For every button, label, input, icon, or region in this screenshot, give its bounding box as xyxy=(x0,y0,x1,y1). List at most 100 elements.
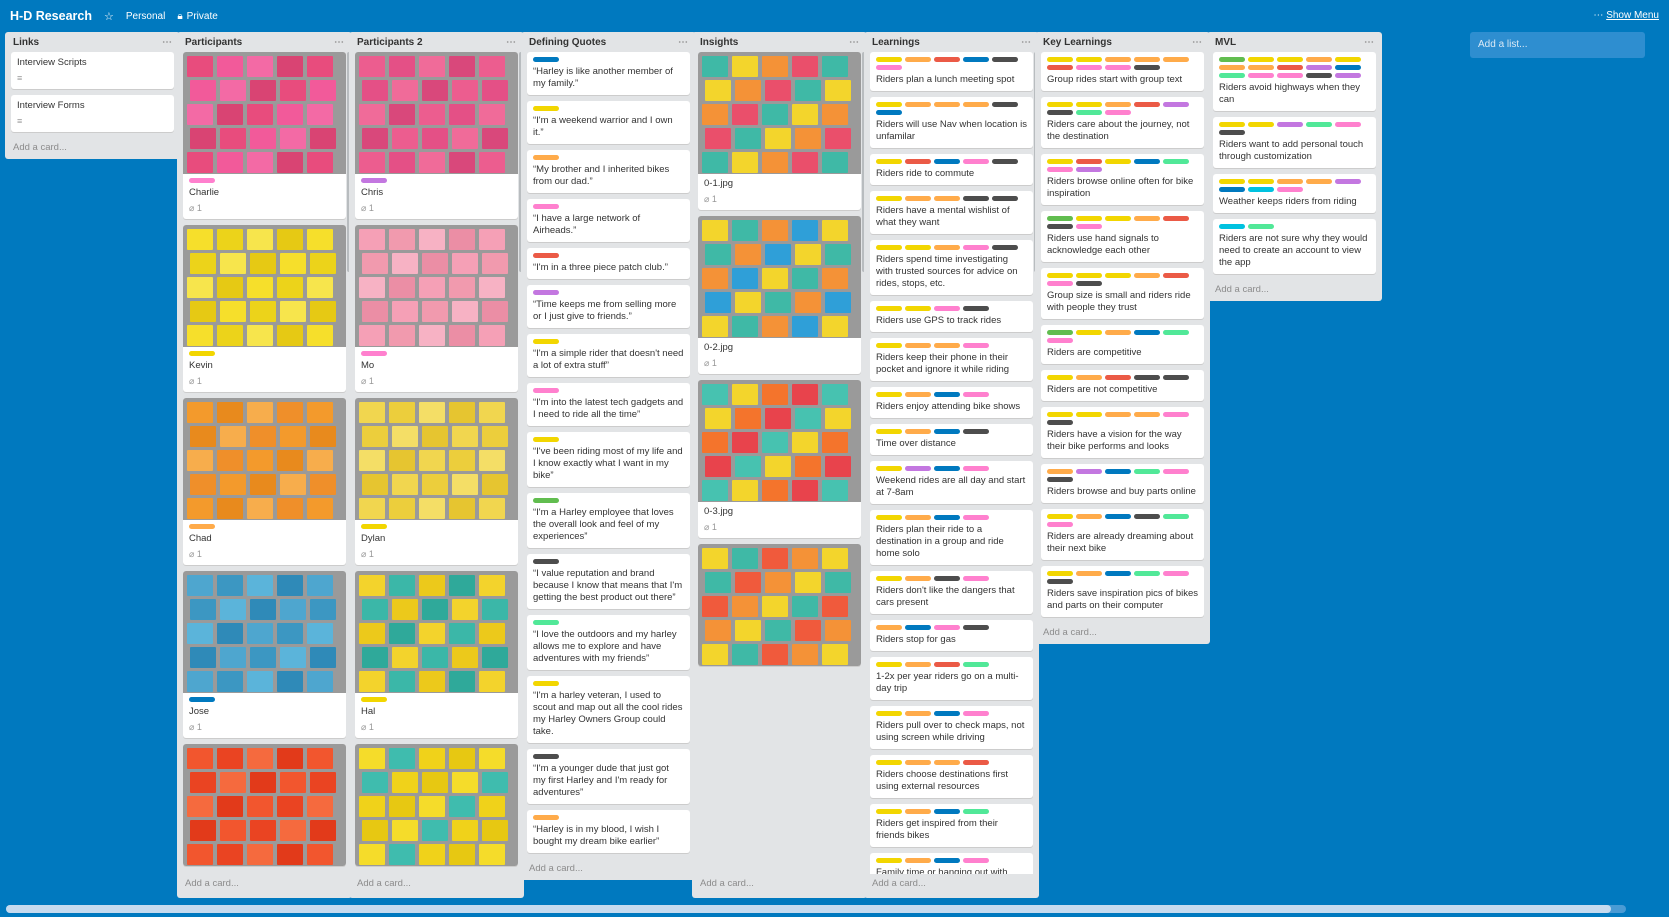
card[interactable]: Riders are not competitive xyxy=(1041,370,1204,401)
card[interactable]: Riders keep their phone in their pocket … xyxy=(870,338,1033,381)
add-card-button[interactable]: Add a card... xyxy=(355,874,518,895)
list-title[interactable]: MVL xyxy=(1215,37,1236,48)
list-title[interactable]: Participants xyxy=(185,37,242,48)
card[interactable]: Riders get inspired from their friends b… xyxy=(870,804,1033,847)
card[interactable]: Chad ⌀ 1 xyxy=(183,398,346,565)
sticky-note xyxy=(250,426,276,447)
card[interactable] xyxy=(698,544,861,666)
card[interactable]: “I've been riding most of my life and I … xyxy=(527,432,690,487)
card[interactable]: Riders use GPS to track rides xyxy=(870,301,1033,332)
card[interactable]: Riders use hand signals to acknowledge e… xyxy=(1041,211,1204,262)
card[interactable]: “Harley is like another member of my fam… xyxy=(527,52,690,95)
card[interactable]: Time over distance xyxy=(870,424,1033,455)
card[interactable]: Riders stop for gas xyxy=(870,620,1033,651)
list-title[interactable]: Key Learnings xyxy=(1043,37,1112,48)
card[interactable]: Weather keeps riders from riding xyxy=(1213,174,1376,213)
card[interactable]: Riders are competitive xyxy=(1041,325,1204,364)
add-list-button[interactable]: Add a list... xyxy=(1470,32,1645,58)
card[interactable]: “I love the outdoors and my harley allow… xyxy=(527,615,690,670)
card[interactable]: Group rides start with group text xyxy=(1041,52,1204,91)
card[interactable]: “I'm a simple rider that doesn't need a … xyxy=(527,334,690,377)
list-menu-icon[interactable]: ⋯ xyxy=(678,37,688,48)
card[interactable]: Hal ⌀ 1 xyxy=(355,571,518,738)
list-menu-icon[interactable]: ⋯ xyxy=(1021,37,1031,48)
board-title[interactable]: H-D Research xyxy=(10,9,92,23)
card[interactable]: Riders plan a lunch meeting spot xyxy=(870,52,1033,91)
card[interactable]: Riders spend time investigating with tru… xyxy=(870,240,1033,295)
card[interactable]: “I'm into the latest tech gadgets and I … xyxy=(527,383,690,426)
show-menu-button[interactable]: ⋯ Show Menu xyxy=(1593,10,1659,21)
card[interactable]: Riders are not sure why they would need … xyxy=(1213,219,1376,274)
card[interactable]: “I'm in a three piece patch club.” xyxy=(527,248,690,279)
card[interactable]: Family time or hanging out with friends … xyxy=(870,853,1033,874)
card[interactable]: “Harley is in my blood, I wish I bought … xyxy=(527,810,690,853)
card[interactable]: Group size is small and riders ride with… xyxy=(1041,268,1204,319)
card[interactable]: Riders browse and buy parts online xyxy=(1041,464,1204,503)
card[interactable]: Riders save inspiration pics of bikes an… xyxy=(1041,566,1204,617)
card[interactable]: “Time keeps me from selling more or I ju… xyxy=(527,285,690,328)
card[interactable]: Weekend rides are all day and start at 7… xyxy=(870,461,1033,504)
card[interactable]: Interview Scripts ≡ xyxy=(11,52,174,89)
sticky-note xyxy=(389,844,415,865)
card[interactable]: Kevin ⌀ 1 xyxy=(183,225,346,392)
list-title[interactable]: Insights xyxy=(700,37,738,48)
scrollbar-thumb[interactable] xyxy=(6,905,1611,913)
card[interactable]: “I value reputation and brand because I … xyxy=(527,554,690,609)
add-card-button[interactable]: Add a card... xyxy=(1213,280,1376,301)
card[interactable]: Riders want to add personal touch throug… xyxy=(1213,117,1376,168)
card[interactable]: Riders have a vision for the way their b… xyxy=(1041,407,1204,458)
list-menu-icon[interactable]: ⋯ xyxy=(1364,37,1374,48)
card[interactable]: Interview Forms ≡ xyxy=(11,95,174,132)
card[interactable]: 0-2.jpg ⌀ 1 xyxy=(698,216,861,374)
card[interactable]: Riders are already dreaming about their … xyxy=(1041,509,1204,560)
card[interactable] xyxy=(183,744,346,866)
add-card-button[interactable]: Add a card... xyxy=(11,138,174,159)
card[interactable]: Riders care about the journey, not the d… xyxy=(1041,97,1204,148)
card[interactable]: “I have a large network of Airheads.” xyxy=(527,199,690,242)
card[interactable]: Riders don't like the dangers that cars … xyxy=(870,571,1033,614)
card[interactable]: Chris ⌀ 1 xyxy=(355,52,518,219)
card[interactable] xyxy=(355,744,518,866)
card[interactable]: 0-1.jpg ⌀ 1 xyxy=(698,52,861,210)
list-menu-icon[interactable]: ⋯ xyxy=(849,37,859,48)
add-card-button[interactable]: Add a card... xyxy=(183,874,346,895)
card[interactable]: “I'm a younger dude that just got my fir… xyxy=(527,749,690,804)
sticky-note xyxy=(735,244,761,265)
card[interactable]: Riders avoid highways when they can xyxy=(1213,52,1376,111)
card[interactable]: Riders ride to commute xyxy=(870,154,1033,185)
list-menu-icon[interactable]: ⋯ xyxy=(162,37,172,48)
horizontal-scrollbar[interactable] xyxy=(6,905,1626,913)
card[interactable]: Riders have a mental wishlist of what th… xyxy=(870,191,1033,234)
list-title[interactable]: Learnings xyxy=(872,37,920,48)
add-card-button[interactable]: Add a card... xyxy=(870,874,1033,895)
add-card-button[interactable]: Add a card... xyxy=(527,859,690,880)
card[interactable]: “I'm a Harley employee that loves the ov… xyxy=(527,493,690,548)
card[interactable]: Charlie ⌀ 1 xyxy=(183,52,346,219)
card[interactable]: “My brother and I inherited bikes from o… xyxy=(527,150,690,193)
add-card-button[interactable]: Add a card... xyxy=(698,874,861,895)
card[interactable]: Riders plan their ride to a destination … xyxy=(870,510,1033,565)
team-button[interactable]: Personal xyxy=(126,11,165,22)
list-menu-icon[interactable]: ⋯ xyxy=(334,37,344,48)
list-title[interactable]: Defining Quotes xyxy=(529,37,606,48)
list-menu-icon[interactable]: ⋯ xyxy=(506,37,516,48)
card[interactable]: Mo ⌀ 1 xyxy=(355,225,518,392)
card[interactable]: Riders enjoy attending bike shows xyxy=(870,387,1033,418)
card[interactable]: 0-3.jpg ⌀ 1 xyxy=(698,380,861,538)
card[interactable]: Riders will use Nav when location is unf… xyxy=(870,97,1033,148)
card[interactable]: Riders choose destinations first using e… xyxy=(870,755,1033,798)
list-menu-icon[interactable]: ⋯ xyxy=(1192,37,1202,48)
card[interactable]: Riders pull over to check maps, not usin… xyxy=(870,706,1033,749)
star-icon[interactable]: ☆ xyxy=(104,10,114,23)
attachment-badge: ⌀ 1 xyxy=(189,721,340,733)
card[interactable]: Riders browse online often for bike insp… xyxy=(1041,154,1204,205)
card[interactable]: “I'm a harley veteran, I used to scout a… xyxy=(527,676,690,743)
visibility-button[interactable]: 🔒︎ Private xyxy=(177,11,217,22)
card[interactable]: 1-2x per year riders go on a multi-day t… xyxy=(870,657,1033,700)
list-title[interactable]: Links xyxy=(13,37,39,48)
card[interactable]: Jose ⌀ 1 xyxy=(183,571,346,738)
card[interactable]: “I'm a weekend warrior and I own it.” xyxy=(527,101,690,144)
add-card-button[interactable]: Add a card... xyxy=(1041,623,1204,644)
card[interactable]: Dylan ⌀ 1 xyxy=(355,398,518,565)
list-title[interactable]: Participants 2 xyxy=(357,37,423,48)
